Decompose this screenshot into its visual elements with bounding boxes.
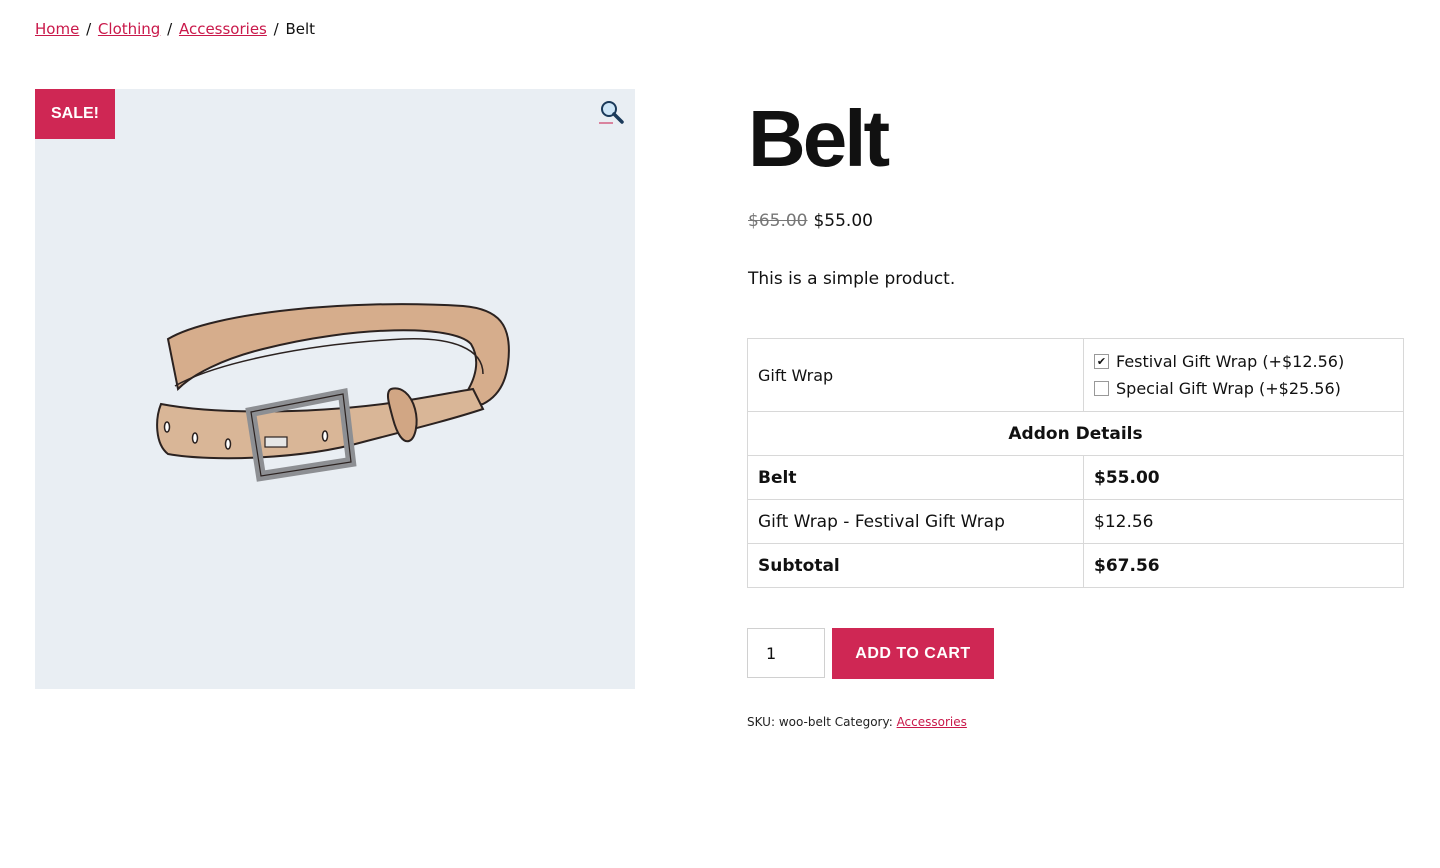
product-title: Belt [748, 94, 890, 183]
product-price: $65.00 $55.00 [748, 211, 1404, 231]
product-summary: Belt $65.00 $55.00 This is a simple produ… [748, 94, 1404, 290]
breadcrumb-clothing[interactable]: Clothing [98, 20, 160, 38]
breadcrumb-current: Belt [285, 20, 316, 38]
product-description: This is a simple product. [748, 269, 956, 289]
table-row: Belt $55.00 [747, 455, 1404, 500]
addons-table: Gift Wrap ✔ Festival Gift Wrap (+$12.56)… [747, 338, 1404, 588]
product-gallery: SALE! [35, 89, 635, 689]
product-meta: SKU: woo-belt Category: Accessories [747, 715, 967, 729]
category-label: Category: [834, 715, 893, 729]
option-special-gift-wrap[interactable]: Special Gift Wrap (+$25.56) [1094, 375, 1393, 402]
breadcrumb-separator: / [86, 20, 92, 38]
belt-image[interactable] [153, 294, 523, 504]
quantity-input[interactable]: 1 [747, 628, 825, 678]
sale-badge: SALE! [35, 89, 115, 139]
breadcrumb-separator: / [167, 20, 173, 38]
sale-price: $55.00 [813, 211, 873, 231]
gift-wrap-options: ✔ Festival Gift Wrap (+$12.56) Special G… [1083, 338, 1404, 412]
breadcrumb-separator: / [273, 20, 279, 38]
sku-label: SKU: [747, 715, 775, 729]
magnifier-icon[interactable] [599, 99, 625, 125]
breadcrumb-home[interactable]: Home [35, 20, 79, 38]
row-value: $67.56 [1083, 543, 1404, 588]
row-name: Gift Wrap - Festival Gift Wrap [747, 499, 1084, 544]
option-label: Festival Gift Wrap (+$12.56) [1116, 352, 1345, 371]
row-name: Subtotal [747, 543, 1084, 588]
sku-value: woo-belt [778, 715, 831, 729]
breadcrumb: Home / Clothing / Accessories / Belt [35, 20, 315, 38]
row-value: $12.56 [1083, 499, 1404, 544]
table-row: Subtotal $67.56 [747, 543, 1404, 588]
checkbox-checked[interactable]: ✔ [1094, 354, 1109, 369]
row-value: $55.00 [1083, 455, 1404, 500]
old-price: $65.00 [748, 211, 808, 231]
row-name: Belt [747, 455, 1084, 500]
gift-wrap-label: Gift Wrap [747, 338, 1084, 412]
table-row: Gift Wrap ✔ Festival Gift Wrap (+$12.56)… [747, 338, 1404, 412]
table-row: Gift Wrap - Festival Gift Wrap $12.56 [747, 499, 1404, 544]
breadcrumb-accessories[interactable]: Accessories [179, 20, 267, 38]
option-label: Special Gift Wrap (+$25.56) [1116, 379, 1341, 398]
add-to-cart-button[interactable]: ADD TO CART [832, 628, 994, 679]
checkbox-unchecked[interactable] [1094, 381, 1109, 396]
addon-details-heading: Addon Details [747, 411, 1404, 456]
category-link[interactable]: Accessories [897, 715, 967, 729]
option-festival-gift-wrap[interactable]: ✔ Festival Gift Wrap (+$12.56) [1094, 348, 1393, 375]
table-row: Addon Details [747, 411, 1404, 456]
